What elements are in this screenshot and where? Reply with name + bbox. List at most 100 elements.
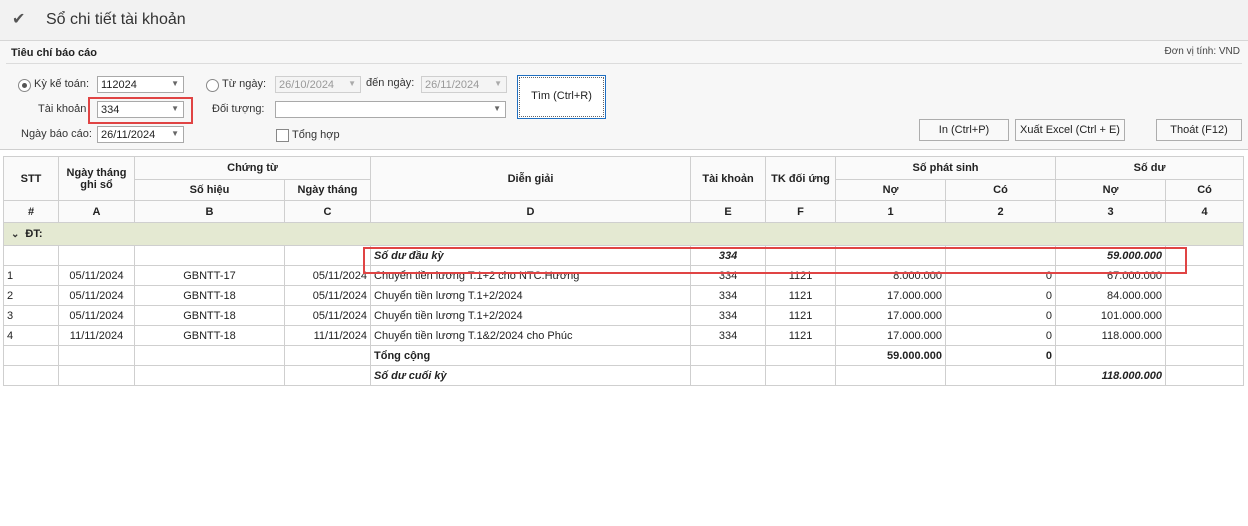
- header-account[interactable]: Tài khoản: [690, 156, 767, 201]
- header-balance-credit[interactable]: Có: [1165, 179, 1245, 201]
- cell-voucher-date: 05/11/2024: [283, 285, 372, 306]
- opening-balance-row[interactable]: Số dư đầu kỳ 334 59.000.000: [3, 245, 1245, 266]
- opening-account: 334: [690, 245, 767, 266]
- checkmark-icon: ✔: [12, 11, 26, 28]
- report-date-field[interactable]: 26/11/2024 ▼: [97, 126, 184, 143]
- chevron-down-icon: ▼: [171, 104, 179, 113]
- code-cell: B: [134, 200, 285, 223]
- group-row[interactable]: ⌄ ĐT:: [2, 222, 1245, 246]
- cell-balance-debit: 101.000.000: [1055, 305, 1167, 326]
- chevron-down-icon: ▼: [171, 79, 179, 88]
- header-date-recorded[interactable]: Ngày tháng ghi sổ: [58, 156, 135, 201]
- code-cell: D: [370, 200, 692, 223]
- cell-voucher-date: 05/11/2024: [283, 265, 372, 286]
- window-title: Sổ chi tiết tài khoản: [46, 11, 186, 28]
- criteria-header: Tiêu chí báo cáo: [11, 47, 97, 59]
- cell-balance-debit: 67.000.000: [1055, 265, 1167, 286]
- cell-date: 05/11/2024: [58, 305, 135, 326]
- cell-balance-credit: [1165, 265, 1245, 286]
- cell-balance-credit: [1165, 285, 1245, 306]
- closing-balance-row[interactable]: Số dư cuối kỳ 118.000.000: [3, 365, 1245, 386]
- chevron-down-icon[interactable]: ⌄: [11, 229, 19, 240]
- cell-description: Chuyển tiền lương T.1+2/2024: [370, 285, 692, 306]
- table-row[interactable]: 3 05/11/2024 GBNTT-18 05/11/2024 Chuyển …: [3, 305, 1245, 326]
- chevron-down-icon: ▼: [348, 79, 356, 88]
- cell-voucher-date: 11/11/2024: [283, 325, 372, 346]
- object-select[interactable]: ▼: [275, 101, 506, 118]
- cell-voucher-no: GBNTT-18: [134, 285, 285, 306]
- cell-stt: 2: [3, 285, 59, 306]
- exit-button[interactable]: Thoát (F12): [1156, 119, 1242, 141]
- cell-balance-credit: [1165, 305, 1245, 326]
- table-row[interactable]: 1 05/11/2024 GBNTT-17 05/11/2024 Chuyển …: [3, 265, 1245, 286]
- header-voucher-date[interactable]: Ngày tháng: [283, 179, 372, 201]
- cell-debit: 17.000.000: [835, 305, 947, 326]
- cell-contra: 1121: [765, 305, 837, 326]
- cell-debit: 17.000.000: [835, 285, 947, 306]
- unit-label: Đơn vị tính: VND: [1164, 46, 1240, 57]
- cell-credit: 0: [945, 305, 1057, 326]
- title-bar: ✔ Sổ chi tiết tài khoản: [0, 0, 1248, 41]
- closing-label: Số dư cuối kỳ: [370, 365, 692, 386]
- header-credit[interactable]: Có: [945, 179, 1057, 201]
- divider: [6, 63, 1242, 64]
- header-voucher[interactable]: Chứng từ: [133, 156, 372, 180]
- header-stt[interactable]: STT: [3, 156, 59, 201]
- table-row[interactable]: 2 05/11/2024 GBNTT-18 05/11/2024 Chuyển …: [3, 285, 1245, 306]
- from-date-label: Từ ngày:: [222, 78, 267, 90]
- period-label: Kỳ kế toán:: [34, 78, 90, 90]
- group-cell[interactable]: ⌄ ĐT:: [2, 222, 1245, 246]
- cell-date: 11/11/2024: [58, 325, 135, 346]
- header-voucher-no[interactable]: Số hiệu: [134, 179, 285, 201]
- cell-stt: 1: [3, 265, 59, 286]
- from-date-field[interactable]: 26/10/2024 ▼: [275, 76, 361, 93]
- object-label: Đối tượng:: [212, 103, 265, 115]
- opening-label: Số dư đầu kỳ: [370, 245, 692, 266]
- cell-debit: 8.000.000: [835, 265, 947, 286]
- cell-account: 334: [690, 265, 767, 286]
- total-row[interactable]: Tổng cộng 59.000.000 0: [3, 345, 1245, 366]
- cell-contra: 1121: [765, 265, 837, 286]
- cell-credit: 0: [945, 265, 1057, 286]
- header-contra-account[interactable]: TK đối ứng: [765, 156, 837, 201]
- cell-account: 334: [690, 285, 767, 306]
- period-radio[interactable]: [18, 79, 31, 92]
- export-excel-button[interactable]: Xuất Excel (Ctrl + E): [1015, 119, 1125, 141]
- cell-date: 05/11/2024: [58, 265, 135, 286]
- summary-label: Tổng hợp: [292, 129, 340, 141]
- cell-voucher-no: GBNTT-18: [134, 305, 285, 326]
- find-button[interactable]: Tìm (Ctrl+R): [517, 75, 606, 119]
- code-cell: 3: [1055, 200, 1167, 223]
- to-date-label-text: đến ngày:: [366, 77, 415, 89]
- print-button[interactable]: In (Ctrl+P): [919, 119, 1009, 141]
- code-cell: 1: [835, 200, 947, 223]
- code-cell: A: [58, 200, 135, 223]
- header-debit[interactable]: Nợ: [835, 179, 947, 201]
- cell-voucher-no: GBNTT-17: [134, 265, 285, 286]
- to-date-field[interactable]: 26/11/2024 ▼: [421, 76, 507, 93]
- from-date-radio[interactable]: [206, 79, 219, 92]
- cell-description: Chuyển tiền lương T.1&2/2024 cho Phúc: [370, 325, 692, 346]
- header-balance[interactable]: Số dư: [1055, 156, 1245, 180]
- code-cell: E: [690, 200, 767, 223]
- code-cell: 4: [1165, 200, 1245, 223]
- cell-debit: 17.000.000: [835, 325, 947, 346]
- header-description[interactable]: Diễn giải: [370, 156, 692, 201]
- header-balance-debit[interactable]: Nợ: [1055, 179, 1167, 201]
- total-label: Tổng cộng: [370, 345, 692, 366]
- ledger-table: STT Ngày tháng ghi sổ Chứng từ Diễn giải…: [2, 156, 1245, 386]
- table-row[interactable]: 4 11/11/2024 GBNTT-18 11/11/2024 Chuyển …: [3, 325, 1245, 346]
- cell-balance-debit: 84.000.000: [1055, 285, 1167, 306]
- group-label: ĐT:: [25, 228, 43, 240]
- code-cell: 2: [945, 200, 1057, 223]
- summary-checkbox[interactable]: [276, 129, 289, 142]
- cell-voucher-date: 05/11/2024: [283, 305, 372, 326]
- cell-date: 05/11/2024: [58, 285, 135, 306]
- cell-stt: 4: [3, 325, 59, 346]
- period-select[interactable]: 112024 ▼: [97, 76, 184, 93]
- report-date-label: Ngày báo cáo:: [21, 128, 92, 140]
- account-select[interactable]: 334 ▼: [97, 101, 184, 118]
- cell-voucher-no: GBNTT-18: [134, 325, 285, 346]
- cell-description: Chuyển tiền lương T.1+2 cho NTC.Hương: [370, 265, 692, 286]
- header-arising[interactable]: Số phát sinh: [835, 156, 1057, 180]
